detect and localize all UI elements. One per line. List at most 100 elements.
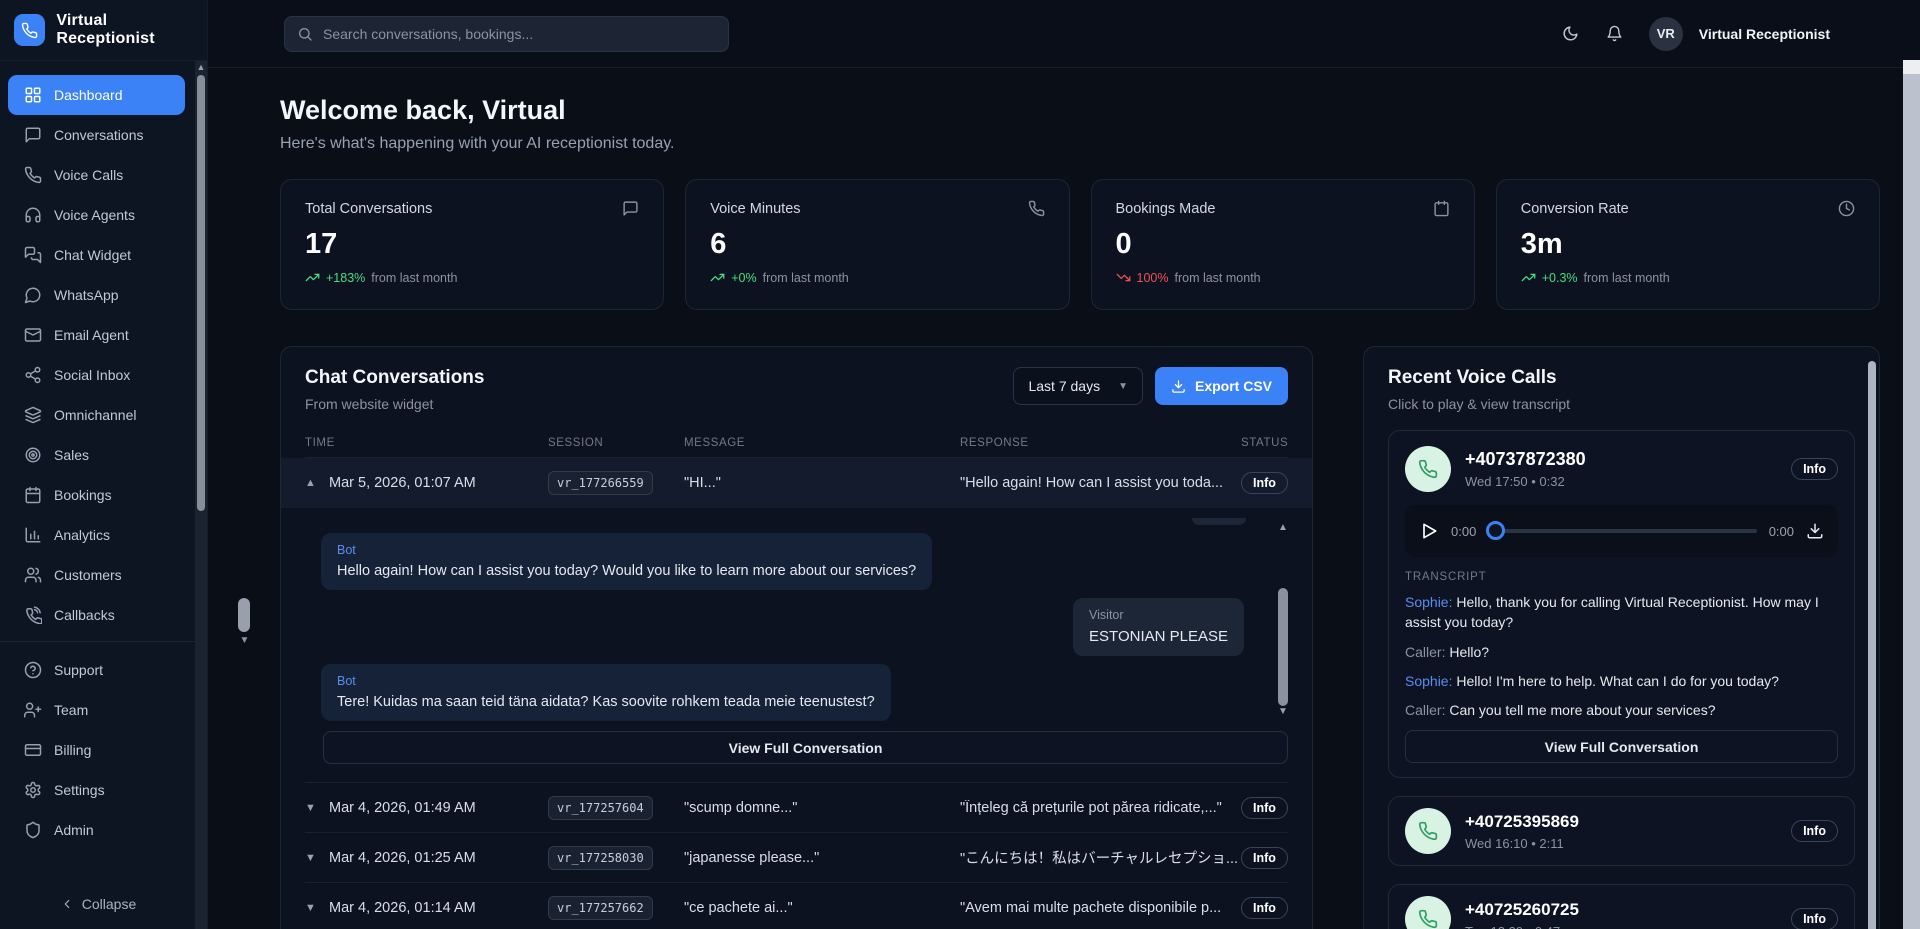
sidebar-item-admin[interactable]: Admin xyxy=(0,810,195,850)
call-meta: Tue 12:39 • 0:47 xyxy=(1465,924,1777,929)
chevron-down-icon[interactable]: ▼ xyxy=(305,802,315,814)
mini-scrollbar-thumb[interactable] xyxy=(238,598,250,632)
page-scrollbar[interactable] xyxy=(1903,60,1920,929)
topbar: VR Virtual Receptionist xyxy=(208,0,1920,68)
download-icon[interactable] xyxy=(1806,522,1824,540)
session-badge: vr_177257662 xyxy=(548,896,653,920)
share-icon xyxy=(24,366,42,384)
player-seek-slider[interactable] xyxy=(1488,529,1756,533)
sidebar-item-whatsapp[interactable]: WhatsApp xyxy=(0,275,195,315)
sidebar-item-label: Customers xyxy=(54,567,122,583)
player-seek-knob[interactable] xyxy=(1486,521,1505,540)
sidebar-item-customers[interactable]: Customers xyxy=(0,555,195,595)
search-input[interactable] xyxy=(323,26,716,42)
gear-icon xyxy=(24,781,42,799)
chevron-up-icon[interactable]: ▲ xyxy=(305,477,315,489)
sidebar-item-billing[interactable]: Billing xyxy=(0,730,195,770)
sidebar-item-sales[interactable]: Sales xyxy=(0,435,195,475)
scroll-down-icon[interactable]: ▼ xyxy=(238,635,251,646)
stat-delta-value: +0.3% xyxy=(1542,271,1578,285)
info-badge[interactable]: Info xyxy=(1791,908,1838,929)
table-row[interactable]: ▼ Mar 4, 2026, 01:14 AM vr_177257662 "ce… xyxy=(305,882,1288,929)
content-mini-scrollbar[interactable]: ▼ xyxy=(238,598,251,646)
voice-call-card[interactable]: +40725395869 Wed 16:10 • 2:11 Info xyxy=(1388,796,1855,866)
chat-panel-subtitle: From website widget xyxy=(305,396,484,412)
sidebar-item-voice-calls[interactable]: Voice Calls xyxy=(0,155,195,195)
chat-scrollbar-thumb[interactable] xyxy=(1278,588,1288,706)
voice-call-card[interactable]: +40725260725 Tue 12:39 • 0:47 Info xyxy=(1388,884,1855,929)
call-meta: Wed 16:10 • 2:11 xyxy=(1465,836,1777,851)
dark-mode-toggle[interactable] xyxy=(1561,24,1581,44)
info-badge[interactable]: Info xyxy=(1241,847,1288,869)
sidebar-item-label: Settings xyxy=(54,782,105,798)
sidebar-item-bookings[interactable]: Bookings xyxy=(0,475,195,515)
scroll-down-icon[interactable]: ▼ xyxy=(1276,706,1290,717)
voice-panel-scrollbar-thumb[interactable] xyxy=(1868,361,1876,929)
info-badge[interactable]: Info xyxy=(1791,458,1838,480)
chevron-down-icon[interactable]: ▼ xyxy=(305,902,315,914)
row-message: "ce pachete ai..." xyxy=(684,900,960,916)
column-header-message: MESSAGE xyxy=(684,437,960,449)
info-badge[interactable]: Info xyxy=(1241,797,1288,819)
sidebar-item-callbacks[interactable]: Callbacks xyxy=(0,595,195,635)
row-message: "HI..." xyxy=(684,475,960,491)
sidebar-scrollbar[interactable]: ▲ xyxy=(195,61,207,929)
scroll-up-icon[interactable]: ▲ xyxy=(195,62,207,72)
global-search[interactable] xyxy=(284,16,729,52)
table-row[interactable]: ▼ Mar 4, 2026, 01:49 AM vr_177257604 "sc… xyxy=(305,782,1288,832)
scroll-up-icon[interactable]: ▲ xyxy=(1276,522,1290,533)
sidebar-item-team[interactable]: Team xyxy=(0,690,195,730)
sidebar-item-analytics[interactable]: Analytics xyxy=(0,515,195,555)
table-header: TIME SESSION MESSAGE RESPONSE STATUS xyxy=(305,428,1288,458)
sidebar-item-dashboard[interactable]: Dashboard xyxy=(8,75,185,115)
sidebar-brand: Virtual Receptionist xyxy=(0,0,207,61)
user-avatar[interactable]: VR xyxy=(1649,17,1683,51)
headphones-icon xyxy=(24,206,42,224)
sidebar-item-voice-agents[interactable]: Voice Agents xyxy=(0,195,195,235)
sidebar-item-settings[interactable]: Settings xyxy=(0,770,195,810)
sidebar-item-omnichannel[interactable]: Omnichannel xyxy=(0,395,195,435)
chat-scrollbar[interactable]: ▲ ▼ xyxy=(1276,522,1290,717)
play-icon[interactable] xyxy=(1419,521,1439,541)
row-time: Mar 5, 2026, 01:07 AM xyxy=(329,475,476,491)
phone-icon xyxy=(1028,200,1045,217)
sidebar-item-chat-widget[interactable]: Chat Widget xyxy=(0,235,195,275)
info-badge[interactable]: Info xyxy=(1791,820,1838,842)
transcript-label: TRANSCRIPT xyxy=(1405,571,1838,583)
sidebar-item-label: Social Inbox xyxy=(54,367,130,383)
column-header-time: TIME xyxy=(305,437,548,449)
chevron-down-icon: ▼ xyxy=(1118,381,1128,392)
info-badge[interactable]: Info xyxy=(1241,897,1288,919)
transcript-line: Caller: Hello? xyxy=(1405,642,1838,662)
notifications-bell-icon[interactable] xyxy=(1605,24,1625,44)
row-response: "Avem mai multe pachete disponibile p... xyxy=(960,900,1241,916)
table-row[interactable]: ▼ Mar 4, 2026, 01:25 AM vr_177258030 "ja… xyxy=(305,832,1288,882)
transcript-speaker: Caller: xyxy=(1405,644,1445,660)
column-header-response: RESPONSE xyxy=(960,437,1241,449)
row-response: "こんにちは！私はバーチャルレセプショ... xyxy=(960,847,1241,868)
date-range-select[interactable]: Last 7 days ▼ xyxy=(1013,367,1143,405)
bubble-text: Tere! Kuidas ma saan teid täna aidata? K… xyxy=(337,694,875,710)
sidebar-item-email-agent[interactable]: Email Agent xyxy=(0,315,195,355)
view-full-conversation-button[interactable]: View Full Conversation xyxy=(1405,730,1838,763)
transcript-speaker: Sophie: xyxy=(1405,673,1452,689)
table-row[interactable]: ▲ Mar 5, 2026, 01:07 AM vr_177266559 "HI… xyxy=(281,458,1312,508)
sidebar-item-conversations[interactable]: Conversations xyxy=(0,115,195,155)
sidebar-scrollbar-thumb[interactable] xyxy=(197,75,205,511)
sidebar-item-label: Sales xyxy=(54,447,89,463)
row-message: "scump domne..." xyxy=(684,800,960,816)
view-full-conversation-button[interactable]: View Full Conversation xyxy=(323,731,1288,764)
column-header-session: SESSION xyxy=(548,437,684,449)
audio-player: 0:00 0:00 xyxy=(1405,505,1838,557)
column-header-status: STATUS xyxy=(1241,437,1288,449)
sidebar-item-social-inbox[interactable]: Social Inbox xyxy=(0,355,195,395)
download-icon xyxy=(1171,379,1186,394)
sidebar-collapse-button[interactable]: Collapse xyxy=(0,891,196,917)
info-badge[interactable]: Info xyxy=(1241,472,1288,494)
sidebar-item-support[interactable]: Support xyxy=(0,650,195,690)
sidebar-item-label: Voice Calls xyxy=(54,167,123,183)
chevron-down-icon[interactable]: ▼ xyxy=(305,852,315,864)
export-csv-button[interactable]: Export CSV xyxy=(1155,367,1288,405)
transcript-text: Hello? xyxy=(1449,644,1489,660)
bubble-text: ESTONIAN PLEASE xyxy=(1089,628,1228,645)
